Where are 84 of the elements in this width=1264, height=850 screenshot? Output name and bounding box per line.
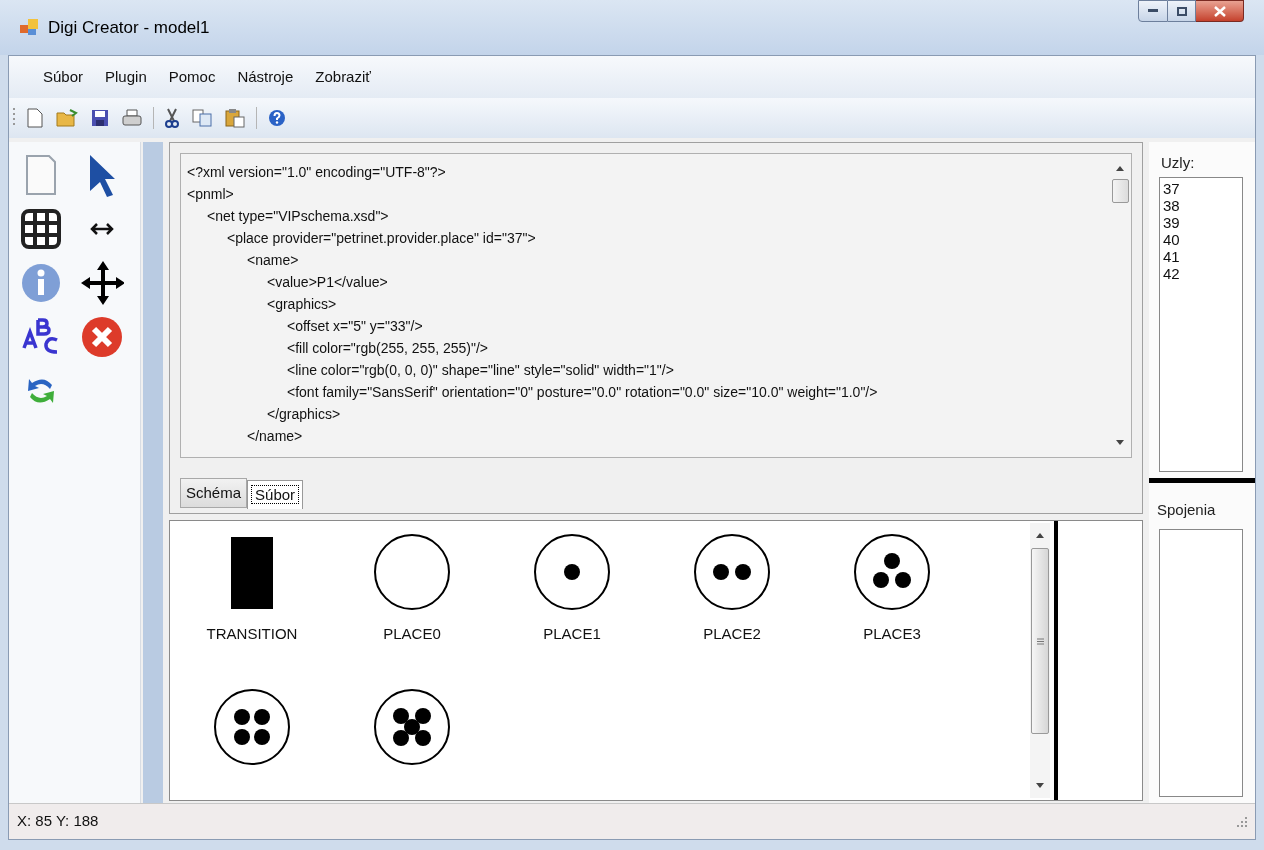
place-symbol[interactable] [213, 688, 291, 766]
place-symbol[interactable] [373, 688, 451, 766]
clipboard-icon [225, 108, 245, 128]
close-icon [1213, 5, 1226, 17]
code-line: <place provider="petrinet.provider.place" id="37"> [226, 229, 537, 248]
palette-item-label: PLACE3 [863, 624, 921, 644]
blank-page-icon [27, 108, 43, 128]
code-line: <net type="VIPschema.xsd"> [206, 207, 390, 226]
palette-item-label: TRANSITION [206, 624, 298, 644]
panel-label: Uzly: [1161, 153, 1196, 173]
new-file-button[interactable] [25, 106, 45, 130]
minimize-icon [1148, 9, 1158, 13]
menu-item[interactable]: Nástroje [227, 63, 304, 91]
place-symbol[interactable] [693, 533, 771, 611]
list-item[interactable]: 40 [1163, 230, 1239, 248]
menu-item[interactable]: Pomoc [158, 63, 226, 91]
code-line: <font family="SansSerif" orientation="0" posture="0.0" rotation="0.0" size="10.0" weight="1.0"/> [286, 383, 879, 402]
vertical-scrollbar[interactable] [1030, 523, 1050, 798]
place-symbol[interactable] [533, 533, 611, 611]
tab[interactable]: Schéma [180, 477, 248, 508]
minimize-button[interactable] [1138, 0, 1168, 22]
delete-tool[interactable] [79, 314, 124, 360]
scroll-up-icon [1036, 533, 1044, 538]
info-icon [21, 263, 61, 303]
close-button[interactable] [1196, 0, 1244, 22]
maximize-icon [1176, 6, 1187, 16]
scissors-icon [165, 108, 179, 128]
cut-button[interactable] [163, 106, 181, 130]
scroll-down-icon [1036, 783, 1044, 788]
folder-icon [56, 109, 78, 127]
menu-item[interactable]: Zobraziť [305, 63, 381, 91]
blank-page-icon [25, 154, 57, 196]
open-button[interactable] [54, 107, 80, 129]
palette-item-label: PLACE0 [383, 624, 441, 644]
palette-item-label: PLACE2 [703, 624, 761, 644]
code-line: </graphics> [266, 405, 342, 424]
scroll-thumb[interactable] [1111, 179, 1129, 203]
menu-item[interactable]: Súbor [33, 63, 94, 91]
list-item[interactable]: 39 [1163, 213, 1239, 231]
grip-icon [1036, 637, 1044, 645]
list-item[interactable]: 41 [1163, 247, 1239, 265]
window-title: Digi Creator - model1 [48, 16, 210, 39]
paste-button[interactable] [223, 106, 247, 130]
resize-grip-icon[interactable] [1237, 816, 1247, 827]
horizontal-double-arrow-icon [89, 222, 114, 236]
nodes-list[interactable]: 37 38 39 40 41 42 [1159, 176, 1243, 472]
save-button[interactable] [89, 107, 111, 129]
code-line: <fill color="rgb(255, 255, 255)"/> [286, 339, 489, 358]
move-tool[interactable] [79, 260, 124, 306]
delete-icon [80, 316, 123, 358]
xml-text-area[interactable] [180, 153, 1132, 458]
scroll-up-icon [1116, 166, 1124, 171]
scroll-down-icon [1116, 439, 1124, 445]
code-line: <value>P1</value> [266, 273, 389, 292]
grid-tool[interactable] [19, 206, 63, 252]
scroll-thumb[interactable] [1031, 548, 1049, 734]
connections-list[interactable] [1159, 529, 1243, 797]
cursor-coordinates: X: 85 Y: 188 [17, 811, 99, 832]
copy-button[interactable] [190, 107, 214, 129]
tab[interactable]: Súbor [247, 479, 304, 509]
code-line: <line color="rgb(0, 0, 0)" shape="line" style="solid" width="1"/> [286, 361, 675, 380]
code-line: <offset x="5" y="33"/> [286, 317, 424, 336]
code-line: </name> [246, 427, 304, 446]
list-item[interactable]: 37 [1163, 179, 1239, 197]
print-button[interactable] [120, 107, 144, 129]
grid-icon [21, 209, 61, 249]
maximize-button[interactable] [1168, 0, 1196, 22]
place-symbol[interactable] [853, 533, 931, 611]
palette-item-label: PLACE1 [543, 624, 601, 644]
code-line: <?xml version="1.0" encoding="UTF-8"?> [187, 163, 447, 182]
code-line: <name> [246, 251, 300, 270]
code-line: <pnml> [187, 185, 235, 204]
help-icon [268, 109, 286, 127]
copy-icon [192, 109, 212, 127]
printer-icon [122, 109, 142, 127]
place-symbol[interactable] [373, 533, 451, 611]
list-item[interactable]: 38 [1163, 196, 1239, 214]
panel-label: Spojenia [1157, 499, 1217, 520]
app-icon [20, 18, 40, 37]
menu-item[interactable]: Plugin [95, 63, 157, 91]
help-button[interactable] [266, 107, 288, 129]
code-line: <graphics> [266, 295, 338, 314]
four-way-arrow-icon [79, 260, 124, 306]
list-item[interactable]: 42 [1163, 264, 1239, 282]
